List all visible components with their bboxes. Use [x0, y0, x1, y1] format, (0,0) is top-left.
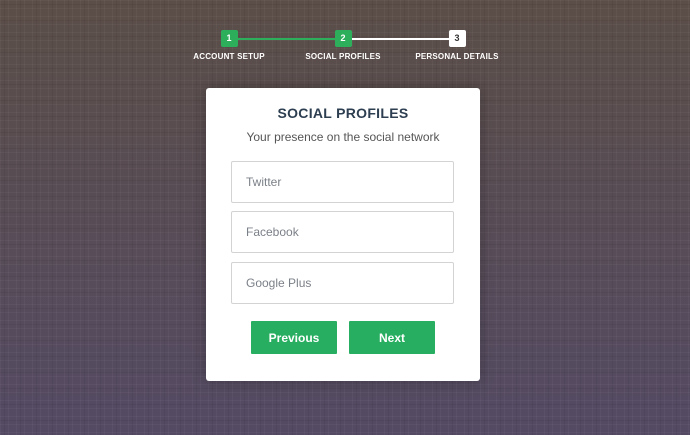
step-label: SOCIAL PROFILES: [305, 52, 381, 61]
google-plus-input[interactable]: [231, 262, 454, 304]
step-label: ACCOUNT SETUP: [193, 52, 265, 61]
twitter-input[interactable]: [231, 161, 454, 203]
step-number: 1: [220, 30, 238, 47]
next-button[interactable]: Next: [349, 321, 435, 354]
form-title: SOCIAL PROFILES: [277, 105, 409, 121]
progress-step-social-profiles[interactable]: 2 SOCIAL PROFILES: [283, 30, 403, 61]
progress-step-personal-details[interactable]: 3 PERSONAL DETAILS: [397, 30, 517, 61]
step-number: 3: [448, 30, 466, 47]
form-subtitle: Your presence on the social network: [246, 130, 440, 144]
step-label: PERSONAL DETAILS: [415, 52, 499, 61]
progress-bar: 1 ACCOUNT SETUP 2 SOCIAL PROFILES 3 PERS…: [0, 0, 690, 70]
step-number: 2: [334, 30, 352, 47]
facebook-input[interactable]: [231, 211, 454, 253]
social-profiles-card: SOCIAL PROFILES Your presence on the soc…: [206, 88, 480, 381]
previous-button[interactable]: Previous: [251, 321, 337, 354]
progress-step-account-setup[interactable]: 1 ACCOUNT SETUP: [169, 30, 289, 61]
